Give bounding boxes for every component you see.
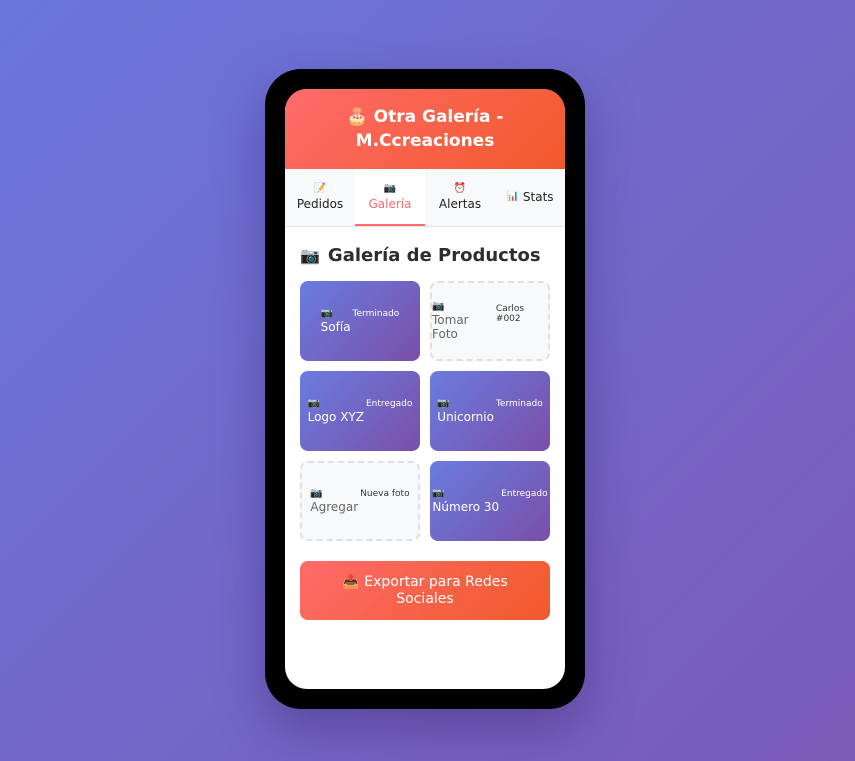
gallery-item[interactable]: 📷 Logo XYZ Entregado	[300, 371, 420, 451]
section-title-text: Galería de Productos	[327, 245, 541, 266]
tab-label: Stats	[522, 189, 554, 204]
app-screen: 🎂 Otra Galería - M.Ccreaciones 📝 Pedidos…	[285, 89, 565, 689]
status-badge: Terminado	[495, 399, 543, 409]
app-header: 🎂 Otra Galería - M.Ccreaciones	[285, 89, 565, 169]
gallery-item-info: 📷 Número 30	[432, 488, 499, 514]
app-title-text: Otra Galería - M.Ccreaciones	[355, 107, 504, 151]
gallery-item-info: 📷 Logo XYZ	[308, 398, 364, 424]
add-photo-slot[interactable]: 📷 Agregar Nueva foto	[300, 461, 420, 541]
section-title: 📷 Galería de Productos	[300, 245, 550, 266]
gallery-item-name: Tomar Foto	[432, 313, 469, 341]
gallery-section: 📷 Galería de Productos 📷 Sofía Terminado…	[285, 227, 565, 638]
gallery-item[interactable]: 📷 Sofía Terminado	[300, 281, 420, 361]
gallery-item-name: Agregar	[310, 500, 359, 514]
gallery-item-info: 📷 Tomar Foto	[432, 301, 494, 341]
camera-icon: 📷	[432, 488, 445, 499]
export-label: Exportar para Redes Sociales	[364, 573, 508, 607]
status-badge: Entregado	[365, 399, 413, 409]
tab-bar: 📝 Pedidos 📷 Galería ⏰ Alertas 📊 Stats	[285, 169, 565, 227]
phone-frame: 🎂 Otra Galería - M.Ccreaciones 📝 Pedidos…	[265, 69, 585, 709]
gallery-item-name: Número 30	[432, 500, 500, 514]
gallery-item-info: 📷 Unicornio	[437, 398, 494, 424]
memo-icon: 📝	[313, 182, 327, 194]
status-badge: Terminado	[352, 309, 400, 319]
bar-chart-icon: 📊	[506, 190, 519, 202]
tab-alertas[interactable]: ⏰ Alertas	[425, 169, 495, 226]
gallery-item-name: Logo XYZ	[307, 410, 364, 424]
gallery-item[interactable]: 📷 Número 30 Entregado	[430, 461, 550, 541]
camera-icon: 📷	[307, 398, 321, 409]
tab-pedidos[interactable]: 📝 Pedidos	[285, 169, 355, 226]
gallery-grid: 📷 Sofía Terminado 📷 Tomar Foto Carlos #0…	[300, 281, 550, 541]
export-social-button[interactable]: 📤 Exportar para Redes Sociales	[300, 561, 550, 620]
gallery-item-name: Unicornio	[437, 410, 494, 424]
status-badge: Nueva foto	[360, 489, 410, 499]
status-badge: Carlos #002	[495, 304, 525, 324]
camera-icon: 📷	[320, 308, 334, 319]
cake-icon: 🎂	[346, 107, 368, 127]
gallery-item-info: 📷 Sofía	[321, 308, 351, 334]
outbox-icon: 📤	[342, 573, 360, 590]
gallery-item[interactable]: 📷 Unicornio Terminado	[430, 371, 550, 451]
camera-icon: 📷	[383, 182, 397, 194]
tab-stats[interactable]: 📊 Stats	[495, 169, 565, 226]
status-badge: Entregado	[501, 489, 548, 499]
camera-icon: 📷	[432, 301, 445, 312]
camera-icon: 📷	[300, 246, 320, 265]
gallery-item-name: Sofía	[320, 320, 351, 334]
gallery-item-info: 📷 Agregar	[310, 488, 358, 514]
camera-icon: 📷	[310, 488, 323, 499]
camera-icon: 📷	[437, 398, 450, 409]
tab-label: Alertas	[438, 196, 482, 211]
tab-galeria[interactable]: 📷 Galería	[355, 169, 425, 226]
alarm-clock-icon: ⏰	[453, 182, 467, 194]
take-photo-slot[interactable]: 📷 Tomar Foto Carlos #002	[430, 281, 550, 361]
app-title: 🎂 Otra Galería - M.Ccreaciones	[315, 105, 535, 153]
tab-label: Pedidos	[296, 196, 344, 211]
tab-label: Galería	[368, 196, 412, 211]
